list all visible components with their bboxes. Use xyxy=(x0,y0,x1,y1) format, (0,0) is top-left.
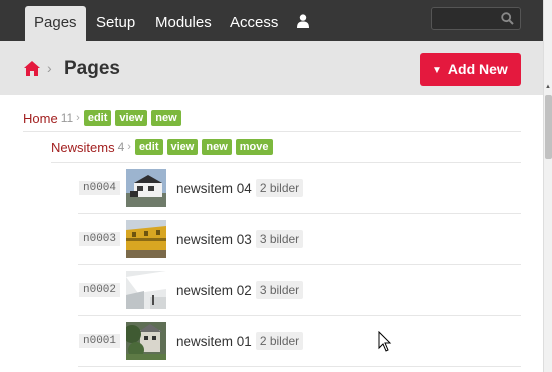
divider xyxy=(23,131,521,132)
tab-pages[interactable]: Pages xyxy=(25,6,86,41)
home-icon[interactable] xyxy=(24,61,40,76)
page-title: Pages xyxy=(64,58,120,79)
top-navbar: Pages Setup Modules Access xyxy=(0,0,543,41)
new-button[interactable]: new xyxy=(151,110,181,126)
item-thumbnail xyxy=(126,271,167,309)
page-scrollbar[interactable]: ▲ xyxy=(543,0,552,372)
edit-button[interactable]: edit xyxy=(83,110,112,126)
new-button[interactable]: new xyxy=(202,139,232,155)
tree-link-home[interactable]: Home xyxy=(23,111,58,126)
search-icon[interactable] xyxy=(501,12,514,25)
divider xyxy=(78,366,521,367)
list-item[interactable]: n0002 newsitem 02 3 bilder xyxy=(78,265,521,315)
tree-row-home: Home 11 › edit view new xyxy=(23,110,181,126)
list-item[interactable]: n0003 newsitem 03 3 bilder xyxy=(78,214,521,264)
image-count-badge: 3 bilder xyxy=(255,281,304,299)
breadcrumb-separator: › xyxy=(47,60,52,76)
scroll-up-icon[interactable]: ▲ xyxy=(545,84,551,90)
arrow-icon: › xyxy=(76,112,80,124)
item-thumbnail xyxy=(126,322,167,360)
item-title[interactable]: newsitem 03 xyxy=(176,232,252,247)
item-thumbnail xyxy=(126,169,167,207)
image-count-badge: 3 bilder xyxy=(255,230,304,248)
tree-row-newsitems: Newsitems 4 › edit view new move xyxy=(51,139,273,155)
tab-access[interactable]: Access xyxy=(230,0,278,41)
tree-link-newsitems[interactable]: Newsitems xyxy=(51,140,115,155)
edit-button[interactable]: edit xyxy=(134,139,163,155)
user-icon[interactable] xyxy=(297,14,309,28)
item-id: n0002 xyxy=(79,283,121,297)
item-title[interactable]: newsitem 02 xyxy=(176,283,252,298)
search-input[interactable] xyxy=(431,7,521,30)
image-count-badge: 2 bilder xyxy=(255,179,304,197)
item-id: n0004 xyxy=(79,181,121,195)
mouse-cursor-icon xyxy=(378,331,392,352)
view-button[interactable]: view xyxy=(115,110,148,126)
list-item[interactable]: n0004 newsitem 04 2 bilder xyxy=(78,163,521,213)
child-count: 11 xyxy=(60,111,74,125)
chevron-down-icon: ▼ xyxy=(432,65,442,76)
page-header: › Pages ▼ Add New xyxy=(0,41,543,95)
child-count: 4 xyxy=(117,140,125,154)
item-id: n0003 xyxy=(79,232,121,246)
arrow-icon: › xyxy=(127,141,131,153)
tab-setup[interactable]: Setup xyxy=(96,0,135,41)
view-button[interactable]: view xyxy=(166,139,199,155)
list-item[interactable]: n0001 newsitem 01 2 bilder xyxy=(78,316,521,366)
item-title[interactable]: newsitem 04 xyxy=(176,181,252,196)
scrollbar-thumb[interactable] xyxy=(545,95,552,159)
move-button[interactable]: move xyxy=(235,139,273,155)
add-new-button[interactable]: ▼ Add New xyxy=(420,53,521,86)
image-count-badge: 2 bilder xyxy=(255,332,304,350)
tab-modules[interactable]: Modules xyxy=(155,0,212,41)
item-thumbnail xyxy=(126,220,167,258)
item-id: n0001 xyxy=(79,334,121,348)
item-title[interactable]: newsitem 01 xyxy=(176,334,252,349)
